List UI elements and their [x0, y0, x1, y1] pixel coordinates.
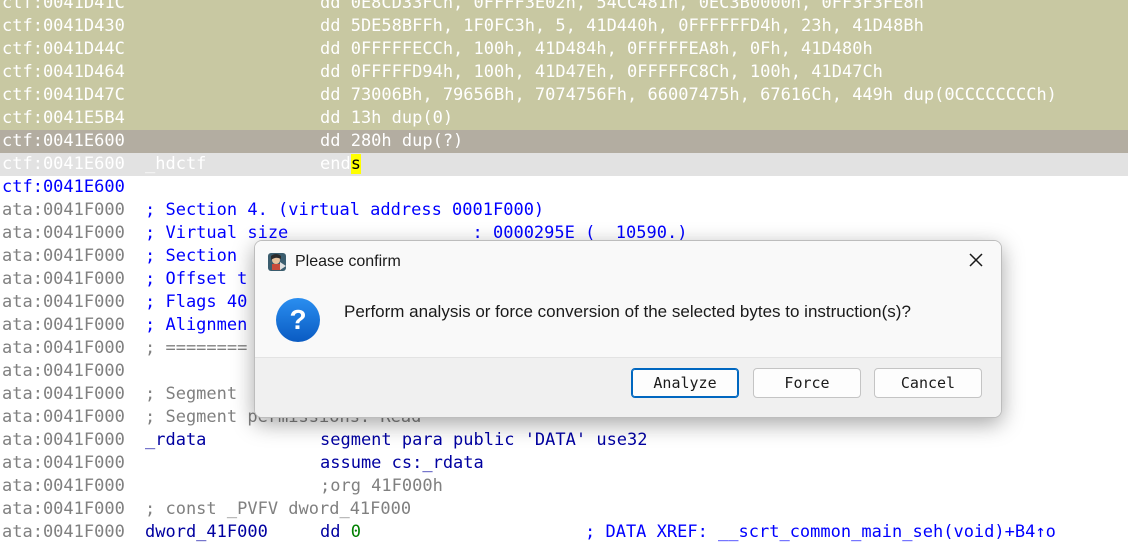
instruction: ends	[320, 153, 361, 176]
address: ata:0041F000	[2, 315, 125, 335]
address: ctf:0041E600	[2, 131, 125, 151]
force-button[interactable]: Force	[753, 368, 861, 398]
address: ata:0041F000	[2, 292, 125, 312]
listing-line[interactable]: ata:0041F000 _rdata segment para public 'D…	[0, 429, 1128, 452]
listing-line[interactable]: ata:0041F000 ; const _PVFV dword_41F000	[0, 498, 1128, 521]
listing-line[interactable]: ata:0041F000 ;org 41F000h	[0, 475, 1128, 498]
comment: ; Section 4. (virtual address 0001F000)	[145, 200, 545, 220]
instruction: dd 5DE58BFFh, 1F0FC3h, 5, 41D440h, 0FFFF…	[320, 16, 924, 36]
address: ata:0041F000	[2, 384, 125, 404]
address: ata:0041F000	[2, 269, 125, 289]
listing-line[interactable]: ata:0041F000 assume cs:_rdata	[0, 452, 1128, 475]
cursor-highlight: s	[350, 154, 361, 174]
comment: ; const _PVFV dword_41F000	[145, 499, 412, 519]
address: ctf:0041D430	[2, 16, 125, 36]
instruction: assume cs:_rdata	[320, 453, 484, 473]
address: ata:0041F000	[2, 338, 125, 358]
dialog-title: Please confirm	[295, 253, 401, 270]
instruction: dd 0FFFFFECCh, 100h, 41D484h, 0FFFFFEA8h…	[320, 39, 873, 59]
instruction: dd 0	[320, 521, 361, 544]
xref-comment: ; DATA XREF: __scrt_common_main_seh(void…	[585, 522, 1056, 542]
comment: ; Segment	[145, 384, 238, 404]
close-icon	[968, 252, 984, 273]
listing-line[interactable]: ctf:0041D44C dd 0FFFFFECCh, 100h, 41D484h…	[0, 38, 1128, 61]
comment: ; Section	[145, 246, 238, 266]
dialog-footer: Analyze Force Cancel	[255, 357, 1001, 417]
listing-line[interactable]: ctf:0041D464 dd 0FFFFFD94h, 100h, 41D47Eh…	[0, 61, 1128, 84]
comment: ; Flags 40	[145, 292, 248, 312]
listing-line[interactable]: ata:0041F000 dword_41F000 dd 0 ; DATA XREF:…	[0, 521, 1128, 544]
instruction: dd 0FFFFFD94h, 100h, 41D47Eh, 0FFFFFC8Ch…	[320, 62, 883, 82]
instruction: segment para public 'DATA' use32	[320, 430, 648, 450]
directive: ;org 41F000h	[320, 476, 443, 496]
listing-line[interactable]: ata:0041F000 ; Section 4. (virtual addres…	[0, 199, 1128, 222]
instruction-text: end	[320, 154, 351, 174]
label-name: dword_41F000	[145, 522, 268, 542]
comment: ; ========	[145, 338, 248, 358]
address: ata:0041F000	[2, 522, 125, 542]
address: ata:0041F000	[2, 361, 125, 381]
instruction: dd 0E8CD33FCh, 0FFFF3E02h, 54CC481h, 0EC…	[320, 0, 924, 13]
listing-line[interactable]: ctf:0041E5B4 dd 13h dup(0)	[0, 107, 1128, 130]
comment: ; Offset t	[145, 269, 248, 289]
listing-line[interactable]: ctf:0041E600 _hdctf ends	[0, 153, 1128, 176]
instruction: dd 13h dup(0)	[320, 108, 454, 128]
analyze-button[interactable]: Analyze	[631, 368, 739, 398]
comment: ; Alignmen	[145, 315, 248, 335]
label-name: _rdata	[145, 430, 207, 450]
address: ata:0041F000	[2, 246, 125, 266]
instruction: dd 73006Bh, 79656Bh, 7074756Fh, 66007475…	[320, 85, 1057, 105]
address: ata:0041F000	[2, 453, 125, 473]
svg-text:?: ?	[289, 304, 306, 335]
address: ctf:0041D44C	[2, 39, 125, 59]
listing-line[interactable]: ctf:0041E600	[0, 176, 1128, 199]
listing-line[interactable]: ctf:0041D41C dd 0E8CD33FCh, 0FFFF3E02h, 5…	[0, 0, 1128, 15]
dialog-titlebar[interactable]: Please confirm	[255, 241, 1001, 283]
instruction-text: dd	[320, 522, 351, 542]
address: ata:0041F000	[2, 499, 125, 519]
address: ata:0041F000	[2, 430, 125, 450]
listing-line[interactable]: ctf:0041E600 dd 280h dup(?)	[0, 130, 1128, 153]
confirm-dialog: Please confirm ? Perform analysis or for…	[254, 240, 1002, 418]
address: ctf:0041E600	[2, 177, 125, 197]
question-icon: ?	[275, 297, 321, 343]
address: ata:0041F000	[2, 223, 125, 243]
operand-value: 0	[350, 522, 361, 542]
cancel-button[interactable]: Cancel	[874, 368, 982, 398]
address: ata:0041F000	[2, 407, 125, 427]
address: ctf:0041E5B4	[2, 108, 125, 128]
address: ata:0041F000	[2, 476, 125, 496]
label-name: _hdctf	[145, 154, 207, 174]
address: ctf:0041D47C	[2, 85, 125, 105]
address: ctf:0041E600	[2, 154, 125, 174]
ida-icon	[267, 252, 287, 272]
instruction: dd 280h dup(?)	[320, 131, 464, 151]
address: ata:0041F000	[2, 200, 125, 220]
listing-line[interactable]: ctf:0041D430 dd 5DE58BFFh, 1F0FC3h, 5, 41…	[0, 15, 1128, 38]
address: ctf:0041D464	[2, 62, 125, 82]
listing-line[interactable]: ctf:0041D47C dd 73006Bh, 79656Bh, 7074756…	[0, 84, 1128, 107]
dialog-body: ? Perform analysis or force conversion o…	[255, 283, 1001, 357]
address: ctf:0041D41C	[2, 0, 125, 13]
dialog-message: Perform analysis or force conversion of …	[344, 302, 911, 321]
close-button[interactable]	[959, 245, 993, 279]
